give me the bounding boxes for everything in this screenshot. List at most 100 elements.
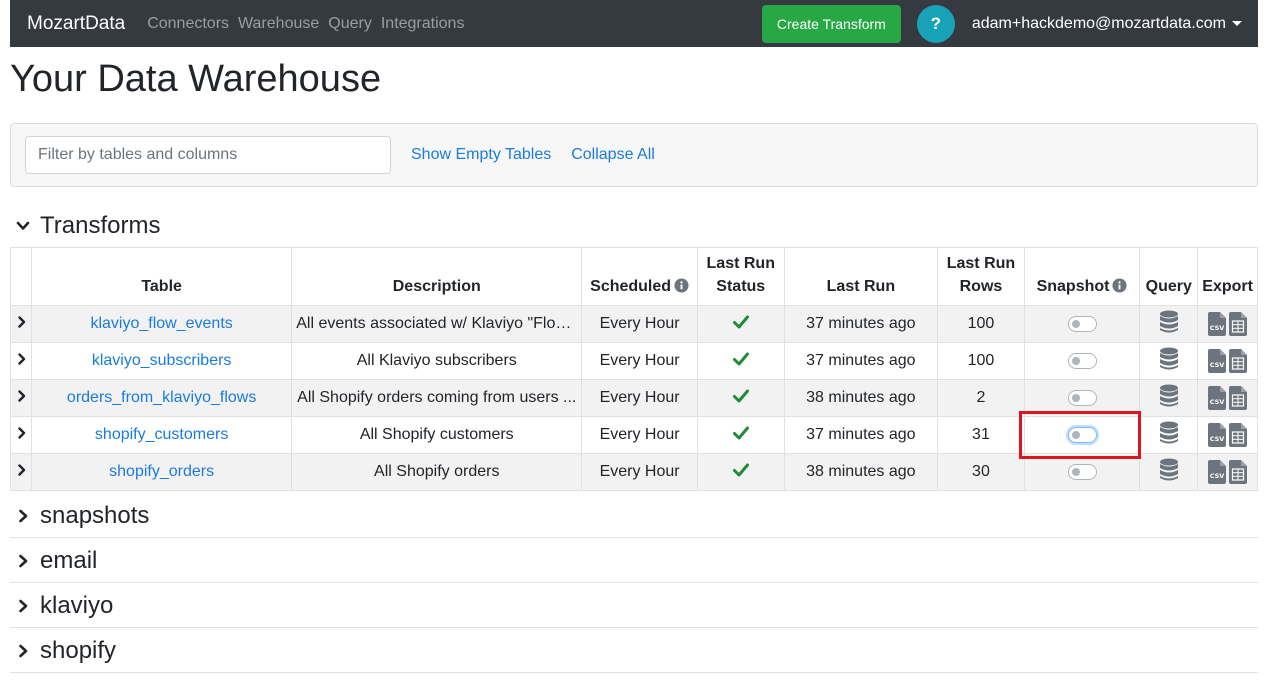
snapshot-toggle[interactable] [1067, 352, 1097, 369]
nav-warehouse[interactable]: Warehouse [238, 15, 319, 33]
database-icon[interactable] [1159, 384, 1179, 408]
header-label-line1: Last Run [706, 255, 775, 272]
last-run-cell: 38 minutes ago [783, 453, 939, 491]
last-run-cell: 37 minutes ago [783, 416, 939, 454]
row-expand[interactable] [10, 305, 32, 343]
table-name-link[interactable]: klaviyo_flow_events [90, 315, 232, 332]
top-navbar: MozartData Connectors Warehouse Query In… [10, 0, 1258, 47]
table-name-link[interactable]: orders_from_klaviyo_flows [67, 389, 256, 406]
table-name-link[interactable]: klaviyo_subscribers [92, 352, 232, 369]
scheduled-cell: Every Hour [581, 379, 698, 417]
chevron-right-icon[interactable] [17, 353, 27, 365]
last-run-rows-cell: 100 [937, 305, 1025, 343]
status-cell [696, 342, 785, 380]
row-expand[interactable] [10, 379, 32, 417]
scheduled-cell: Every Hour [581, 453, 698, 491]
status-cell [696, 379, 785, 417]
table-file-icon[interactable] [1229, 386, 1248, 410]
checkmark-icon [732, 463, 749, 476]
row-expand[interactable] [10, 453, 32, 491]
snapshot-toggle[interactable] [1067, 315, 1097, 332]
export-icons: CSV [1208, 312, 1248, 336]
user-menu-dropdown[interactable]: adam+hackdemo@mozartdata.com [972, 15, 1242, 33]
chevron-right-icon[interactable] [17, 464, 27, 476]
section-title: snapshots [40, 502, 150, 529]
svg-text:CSV: CSV [1210, 361, 1225, 369]
section-title: email [40, 547, 98, 574]
show-empty-tables-link[interactable]: Show Empty Tables [411, 146, 551, 164]
csv-file-icon[interactable]: CSV [1208, 312, 1227, 336]
csv-file-icon[interactable]: CSV [1208, 423, 1227, 447]
section-snapshots[interactable]: snapshots [10, 502, 1258, 530]
chevron-right-icon [19, 599, 28, 613]
table-row: shopify_orders All Shopify orders Every Ho… [10, 453, 1258, 491]
checkmark-icon [732, 315, 749, 328]
header-snapshot[interactable]: Snapshot [1023, 247, 1141, 306]
header-last-run-rows[interactable]: Last Run Rows [937, 247, 1025, 306]
database-icon[interactable] [1159, 347, 1179, 371]
header-last-run-status[interactable]: Last Run Status [696, 247, 785, 306]
section-title: Transforms [40, 212, 161, 239]
table-file-icon[interactable] [1229, 423, 1248, 447]
create-transform-button[interactable]: Create Transform [761, 4, 901, 43]
status-cell [696, 416, 785, 454]
chevron-right-icon [19, 509, 28, 523]
export-cell: CSV [1197, 453, 1258, 491]
header-export: Export [1197, 247, 1258, 306]
row-expand[interactable] [10, 342, 32, 380]
table-file-icon[interactable] [1229, 460, 1248, 484]
database-icon[interactable] [1159, 310, 1179, 334]
row-expand[interactable] [10, 416, 32, 454]
csv-file-icon[interactable]: CSV [1208, 386, 1227, 410]
chevron-right-icon[interactable] [17, 390, 27, 402]
svg-text:CSV: CSV [1210, 398, 1225, 406]
csv-file-icon[interactable]: CSV [1208, 460, 1227, 484]
svg-text:CSV: CSV [1210, 435, 1225, 443]
database-icon[interactable] [1159, 421, 1179, 445]
section-title: klaviyo [40, 592, 114, 619]
header-description[interactable]: Description [291, 247, 583, 306]
status-cell [696, 453, 785, 491]
help-button[interactable]: ? [916, 4, 955, 43]
table-name-link[interactable]: shopify_customers [95, 426, 228, 443]
description-cell: All Shopify customers [291, 416, 583, 454]
info-circle-icon[interactable] [674, 278, 689, 293]
section-transforms[interactable]: Transforms [10, 212, 1258, 240]
chevron-right-icon[interactable] [17, 427, 27, 439]
table-name-link[interactable]: shopify_orders [109, 463, 214, 480]
table-file-icon[interactable] [1229, 312, 1248, 336]
snapshot-cell [1023, 342, 1141, 380]
csv-file-icon[interactable]: CSV [1208, 349, 1227, 373]
section-shopify[interactable]: shopify [10, 637, 1258, 665]
header-last-run[interactable]: Last Run [783, 247, 939, 306]
info-circle-icon[interactable] [1112, 278, 1127, 293]
description-cell: All events associated w/ Klaviyo "Flows" [291, 305, 583, 343]
header-snapshot-label: Snapshot [1036, 278, 1110, 295]
query-cell [1139, 379, 1199, 417]
section-klaviyo[interactable]: klaviyo [10, 592, 1258, 620]
header-label-line1: Last Run [946, 255, 1016, 272]
snapshot-toggle[interactable] [1067, 389, 1097, 406]
chevron-right-icon [19, 644, 28, 658]
header-scheduled[interactable]: Scheduled [581, 247, 698, 306]
last-run-rows-cell: 2 [937, 379, 1025, 417]
export-icons: CSV [1208, 460, 1248, 484]
export-icons: CSV [1208, 349, 1248, 373]
section-divider [10, 582, 1258, 583]
query-cell [1139, 305, 1199, 343]
nav-integrations[interactable]: Integrations [381, 15, 465, 33]
section-email[interactable]: email [10, 547, 1258, 575]
chevron-right-icon[interactable] [17, 316, 27, 328]
database-icon[interactable] [1159, 458, 1179, 482]
brand-logo[interactable]: MozartData [27, 13, 125, 35]
snapshot-toggle[interactable] [1067, 463, 1097, 480]
table-row: klaviyo_flow_events All events associated… [10, 305, 1258, 343]
table-file-icon[interactable] [1229, 349, 1248, 373]
header-scheduled-label: Scheduled [590, 278, 672, 295]
nav-query[interactable]: Query [328, 15, 372, 33]
header-table[interactable]: Table [30, 247, 293, 306]
filter-input[interactable] [25, 136, 391, 174]
nav-connectors[interactable]: Connectors [147, 15, 229, 33]
last-run-cell: 37 minutes ago [783, 305, 939, 343]
collapse-all-link[interactable]: Collapse All [571, 146, 655, 164]
